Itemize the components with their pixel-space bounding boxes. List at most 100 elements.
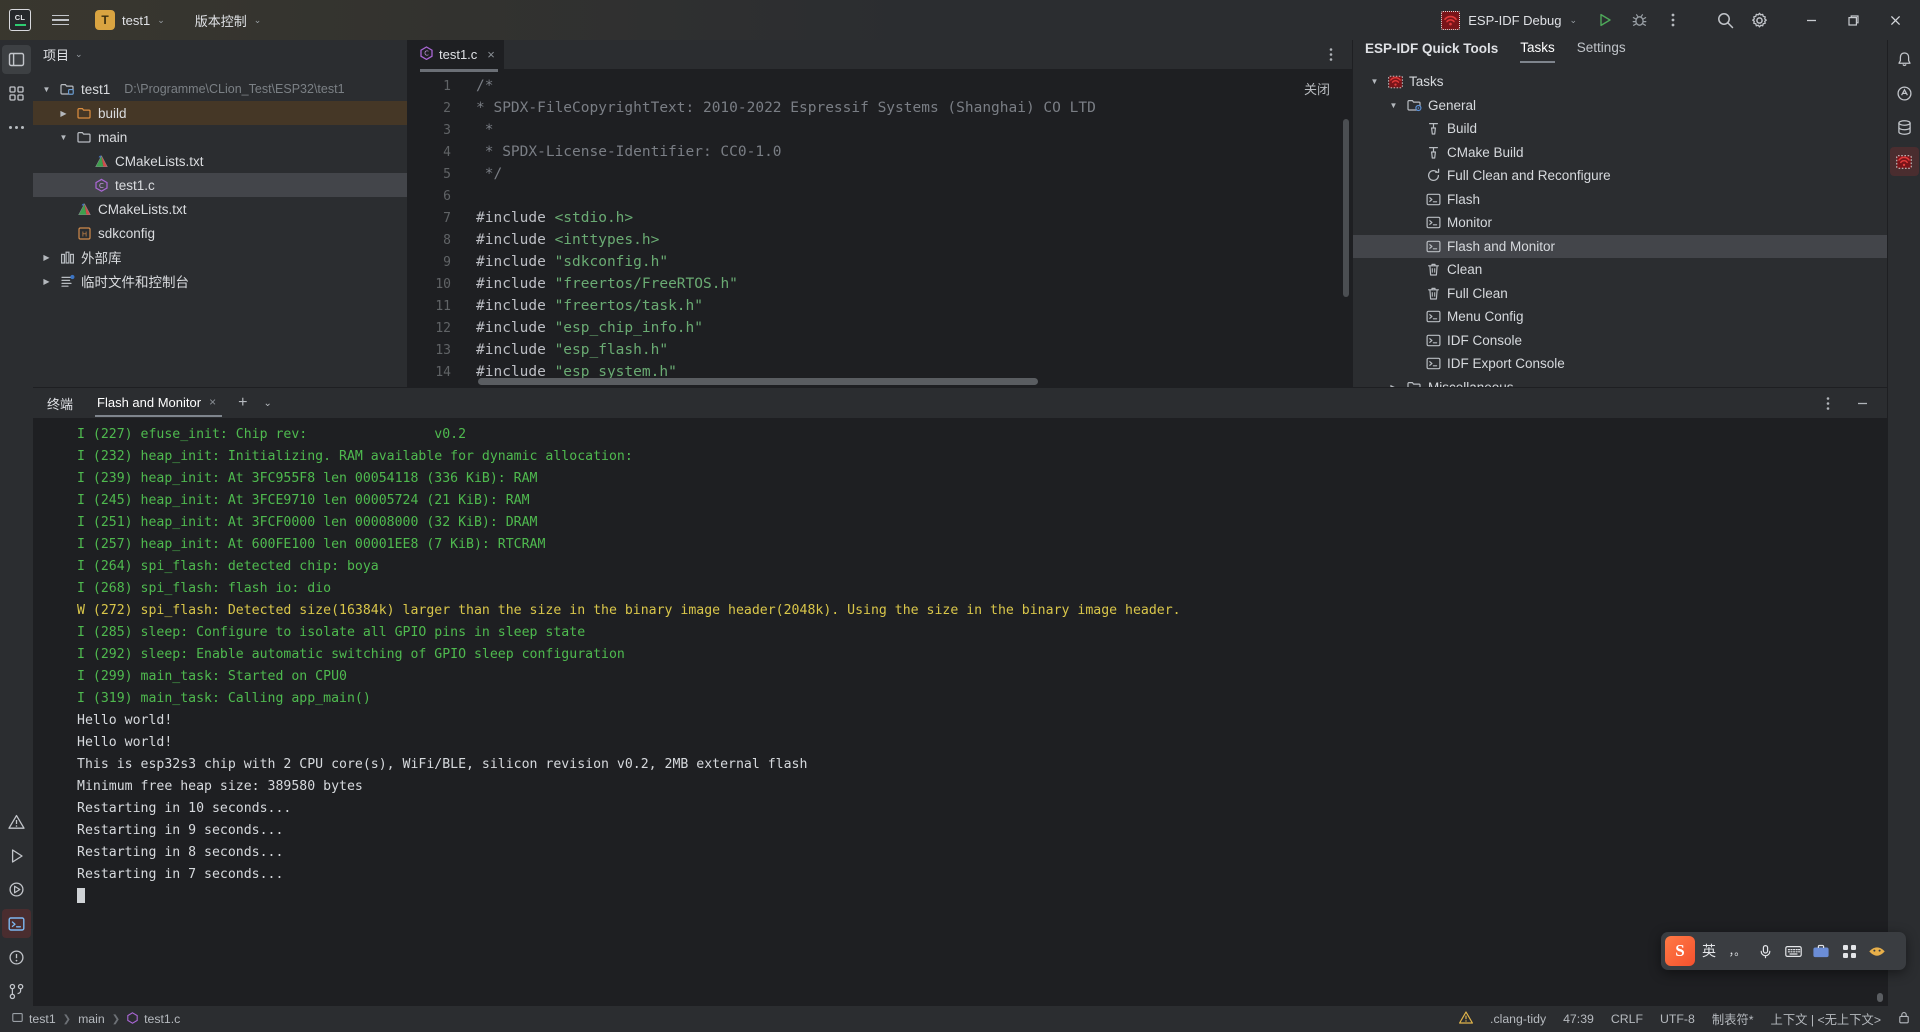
project-tree-row[interactable]: ▼ main [33,125,407,149]
warning-icon[interactable] [1459,1011,1474,1027]
project-tree-row[interactable]: Hsdkconfig [33,221,407,245]
close-icon[interactable]: × [209,395,216,409]
chevron-down-icon[interactable]: ▼ [1386,101,1401,110]
code-editor-viewport[interactable]: 1 /* 2 * SPDX-FileCopyrightText: 2010-2022 … [408,69,1352,387]
esp-task-row[interactable]: Clean [1353,258,1887,282]
search-icon[interactable] [1708,4,1742,36]
project-tool-icon[interactable] [2,45,31,74]
notifications-icon[interactable] [1890,45,1919,74]
project-tree-row[interactable]: ▶ 外部库 [33,245,407,269]
close-icon[interactable]: × [487,47,495,62]
run-tool-icon[interactable] [2,841,31,870]
breadcrumb-test1-c[interactable]: test1.c [123,1010,184,1029]
file-encoding[interactable]: UTF-8 [1660,1012,1695,1026]
chevron-down-icon[interactable]: ⌄ [263,398,271,409]
project-tree-row[interactable]: ▶ build [33,101,407,125]
run-configuration-selector[interactable]: ESP-IDF Debug ⌄ [1434,8,1584,33]
esp-task-row[interactable]: Flash [1353,188,1887,212]
debug-button[interactable] [1622,4,1656,36]
esp-idf-icon[interactable] [1889,147,1919,176]
inspection-profile[interactable]: .clang-tidy [1490,1012,1546,1026]
terminal-tool-icon[interactable] [2,909,31,938]
editor-close-hint[interactable]: 关闭 [1304,79,1330,98]
code-line: 3 * [408,119,1352,141]
minimize-icon[interactable] [1851,392,1873,414]
version-control-tool-icon[interactable] [2,977,31,1006]
chevron-right-icon[interactable]: ▶ [39,277,54,286]
esp-task-row[interactable]: ▼ General [1353,94,1887,118]
more-actions-button[interactable] [1656,4,1690,36]
ime-language-mode[interactable]: 英 [1695,936,1723,966]
version-control-menu[interactable]: 版本控制 ⌄ [189,8,268,33]
problems-tool-icon[interactable] [2,807,31,836]
editor-horizontal-scrollbar[interactable] [478,378,1038,385]
esp-task-row[interactable]: Flash and Monitor [1353,234,1887,258]
terminal-session-tab[interactable]: Flash and Monitor × [95,390,223,417]
maximize-icon[interactable] [1832,0,1874,40]
editor-vertical-scrollbar[interactable] [1343,119,1349,297]
run-button[interactable] [1588,4,1622,36]
esp-task-row[interactable]: IDF Console [1353,329,1887,353]
debug-tool-icon[interactable] [2,875,31,904]
chevron-right-icon[interactable]: ▶ [56,109,71,118]
smile-icon[interactable] [1863,936,1891,966]
more-tools-icon[interactable] [2,113,31,142]
code-line: 6 [408,185,1352,207]
breadcrumb-main[interactable]: main [74,1010,109,1028]
chevron-down-icon[interactable]: ▼ [1367,77,1382,86]
chevron-right-icon[interactable]: ▶ [39,253,54,262]
chevron-down-icon[interactable]: ⌄ [75,49,83,60]
apps-grid-icon[interactable] [1835,936,1863,966]
minimize-icon[interactable] [1790,0,1832,40]
esp-task-row[interactable]: IDF Export Console [1353,352,1887,376]
ai-assistant-icon[interactable] [1890,79,1919,108]
toolbox-icon[interactable] [1807,936,1835,966]
tab-settings[interactable]: Settings [1577,40,1626,63]
chevron-down-icon[interactable]: ▼ [39,85,54,94]
project-tree-row[interactable]: CMakeLists.txt [33,197,407,221]
esp-task-row[interactable]: Build [1353,117,1887,141]
context-label[interactable]: 上下文 | <无上下文> [1771,1010,1881,1028]
close-icon[interactable] [1874,0,1916,40]
voice-input-icon[interactable] [1751,936,1779,966]
title-bar: CL T test1 ⌄ 版本控制 ⌄ ESP-IDF Debug ⌄ [0,0,1920,40]
line-separator[interactable]: CRLF [1611,1012,1643,1026]
code-line: 10 #include "freertos/FreeRTOS.h" [408,273,1352,295]
structure-tool-icon[interactable] [2,79,31,108]
editor-tab-test1-c[interactable]: C test1.c × [408,40,504,69]
terminal-line: I (292) sleep: Enable automatic switchin… [77,647,625,662]
breadcrumb-test1[interactable]: test1 [8,1010,60,1028]
tab-tasks[interactable]: Tasks [1520,40,1555,63]
keyboard-icon[interactable] [1779,936,1807,966]
terminal-output[interactable]: I (227) efuse_init: Chip rev: v0.2 I (232… [33,418,1887,1006]
hamburger-menu-icon[interactable] [45,8,75,32]
indent-setting[interactable]: 制表符* [1712,1010,1754,1028]
caret-position[interactable]: 47:39 [1563,1012,1594,1026]
esp-task-row[interactable]: Menu Config [1353,305,1887,329]
project-tree-row[interactable]: CMakeLists.txt [33,149,407,173]
gear-icon[interactable] [1742,4,1776,36]
sogou-logo-icon[interactable]: S [1665,936,1695,966]
new-terminal-button[interactable]: + [238,394,247,412]
database-icon[interactable] [1890,113,1919,142]
project-tree-label: 外部库 [81,251,122,266]
code-editor: C test1.c × 1/* 2 * SPDX-FileCopyrightTe… [408,40,1352,387]
ime-punctuation-mode[interactable]: ，。 [1723,936,1751,966]
notifications-tool-icon[interactable] [2,943,31,972]
lock-icon[interactable] [1898,1011,1910,1027]
esp-task-row[interactable]: Monitor [1353,211,1887,235]
project-tree-row[interactable]: ▼ test1 D:\Programme\CLion_Test\ESP32\test… [33,77,407,101]
terminal-scrollbar[interactable] [1877,993,1883,1002]
more-vertical-icon[interactable] [1320,44,1342,66]
esp-task-row[interactable]: ▼ Tasks [1353,70,1887,94]
chevron-down-icon[interactable]: ▼ [56,133,71,142]
esp-task-row[interactable]: Full Clean and Reconfigure [1353,164,1887,188]
code-line: 11 #include "freertos/task.h" [408,295,1352,317]
esp-task-row[interactable]: CMake Build [1353,141,1887,165]
project-tree-row[interactable]: ▶ 临时文件和控制台 [33,269,407,293]
project-tree-label: CMakeLists.txt [115,153,204,169]
project-selector[interactable]: T test1 ⌄ [89,7,171,33]
project-tree-row[interactable]: Ctest1.c [33,173,407,197]
more-vertical-icon[interactable] [1817,392,1839,414]
esp-task-row[interactable]: Full Clean [1353,282,1887,306]
